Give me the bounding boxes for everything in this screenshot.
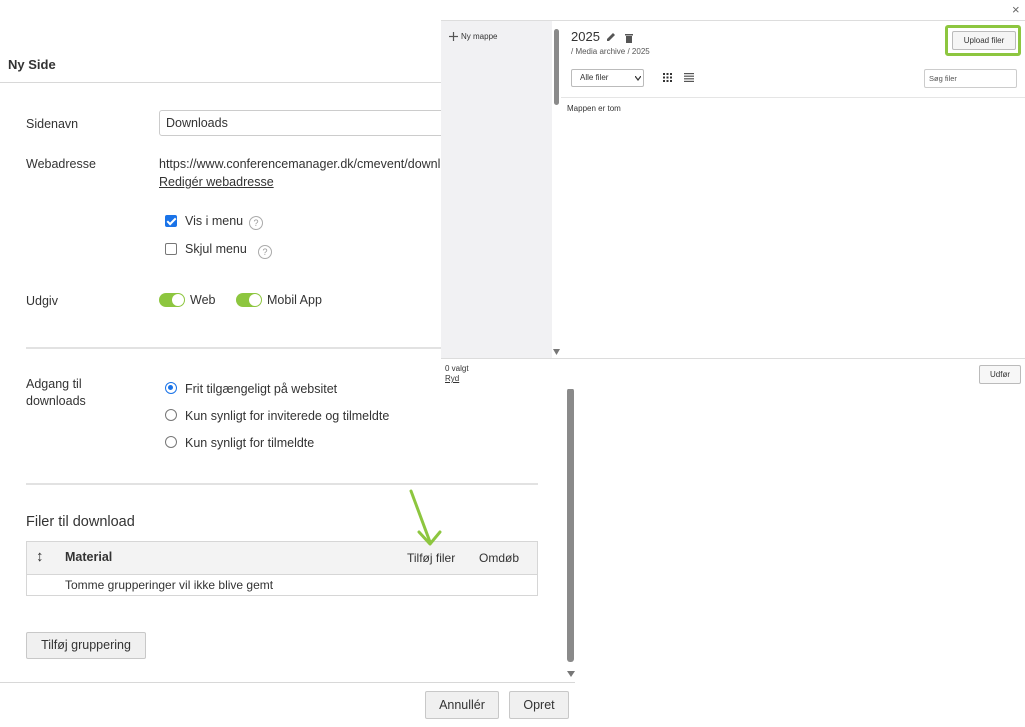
help-icon[interactable]: ? <box>249 216 263 230</box>
pencil-icon[interactable] <box>606 32 616 42</box>
sidebar-scroll-down-icon[interactable] <box>553 349 560 355</box>
sidenavn-label: Sidenavn <box>26 117 79 131</box>
file-filter-value: Alle filer <box>580 73 609 82</box>
rename-link[interactable]: Omdøb <box>479 551 519 565</box>
execute-button[interactable]: Udfør <box>979 365 1021 384</box>
upload-files-button[interactable]: Upload filer <box>952 31 1016 50</box>
folder-sidebar: Ny mappe <box>441 21 552 358</box>
cancel-button[interactable]: Annullér <box>425 691 499 719</box>
add-files-link[interactable]: Tilføj filer <box>407 551 455 565</box>
scroll-down-arrow-icon[interactable] <box>567 670 576 678</box>
publish-label: Udgiv <box>26 294 58 308</box>
dialog-scrollbar[interactable] <box>567 388 574 662</box>
help-icon[interactable]: ? <box>258 245 272 259</box>
plus-icon[interactable] <box>449 32 458 41</box>
show-in-menu-label: Vis i menu <box>185 214 244 228</box>
access-radio-invited[interactable] <box>165 409 177 421</box>
chevron-down-icon <box>635 76 641 81</box>
files-table: ↕ Material Tilføj filer Omdøb Tomme grup… <box>26 541 538 596</box>
publish-app-toggle[interactable] <box>236 293 262 307</box>
dialog-title: Ny Side <box>8 57 56 72</box>
annotation-arrow-icon <box>409 489 442 546</box>
add-group-button[interactable]: Tilføj gruppering <box>26 632 146 659</box>
access-label-line1: Adgang til <box>26 377 82 391</box>
search-files-input[interactable]: Søg filer <box>924 69 1017 88</box>
hide-menu-label: Skjul menu <box>185 242 247 256</box>
webadresse-value: https://www.conferencemanager.dk/cmevent… <box>159 157 441 171</box>
access-option-label: Frit tilgængeligt på websitet <box>185 382 338 396</box>
selected-count: 0 valgt <box>445 364 469 373</box>
trash-icon[interactable] <box>625 33 633 43</box>
edit-url-link[interactable]: Redigér webadresse <box>159 175 274 189</box>
sort-icon[interactable]: ↕ <box>36 548 44 565</box>
publish-web-toggle[interactable] <box>159 293 185 307</box>
breadcrumb: / Media archive / 2025 <box>571 47 650 56</box>
column-material: Material <box>65 550 113 564</box>
section-divider <box>26 347 441 349</box>
clear-selection-link[interactable]: Ryd <box>445 374 459 383</box>
media-panel: Ny mappe 2025 / Media archive / 2025 Upl… <box>441 20 1025 389</box>
panel-bottom-divider <box>441 358 1025 359</box>
create-button[interactable]: Opret <box>509 691 569 719</box>
panel-divider <box>561 97 1025 98</box>
access-radio-public[interactable] <box>165 382 177 394</box>
section-divider <box>26 483 538 485</box>
folder-title: 2025 <box>571 29 600 44</box>
access-radio-registered[interactable] <box>165 436 177 448</box>
grid-view-icon[interactable] <box>663 73 672 82</box>
empty-groups-note: Tomme grupperinger vil ikke blive gemt <box>65 578 274 592</box>
sidenavn-input[interactable]: Downloads <box>159 110 459 136</box>
show-in-menu-checkbox[interactable] <box>165 215 177 227</box>
file-filter-select[interactable]: Alle filer <box>571 69 644 87</box>
access-label-line2: downloads <box>26 394 86 408</box>
publish-web-label: Web <box>190 293 216 307</box>
list-view-icon[interactable] <box>684 73 694 82</box>
title-divider <box>0 82 441 83</box>
new-folder-button[interactable]: Ny mappe <box>461 32 497 41</box>
hide-menu-checkbox[interactable] <box>165 243 177 255</box>
publish-app-label: Mobil App <box>267 293 322 307</box>
files-table-header: ↕ Material Tilføj filer Omdøb <box>27 542 537 575</box>
footer-divider <box>0 682 575 683</box>
files-heading: Filer til download <box>26 514 135 530</box>
access-option-label: Kun synligt for inviterede og tilmeldte <box>185 409 390 423</box>
empty-folder-message: Mappen er tom <box>567 104 621 113</box>
sidebar-scrollbar[interactable] <box>554 29 559 105</box>
close-icon[interactable]: × <box>1012 2 1020 17</box>
access-option-label: Kun synligt for tilmeldte <box>185 436 315 450</box>
webadresse-label: Webadresse <box>26 157 96 171</box>
